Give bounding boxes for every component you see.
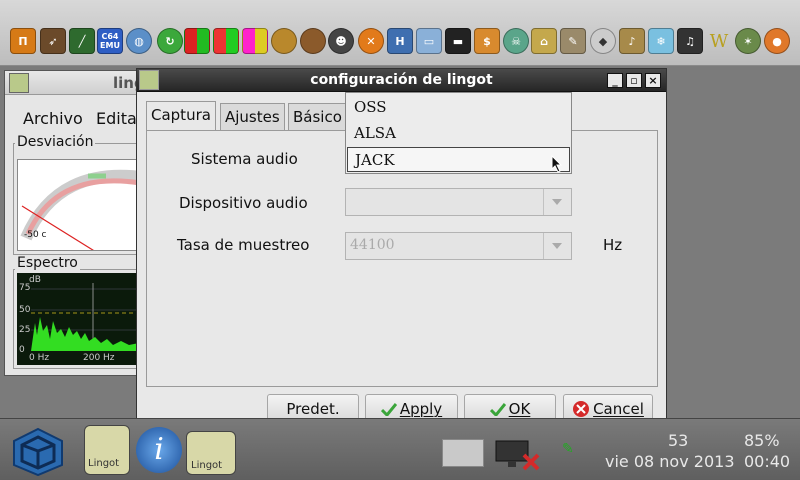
- close-button[interactable]: ×: [645, 73, 661, 88]
- globe-icon[interactable]: ◍: [126, 28, 152, 54]
- deviation-label: Desviación: [15, 134, 96, 150]
- dragon-icon[interactable]: ✶: [735, 28, 761, 54]
- monkey-icon[interactable]: [300, 28, 326, 54]
- wiki-icon[interactable]: W: [706, 28, 732, 54]
- lingot-window-icon: [9, 73, 29, 93]
- battery-level: 85%: [744, 431, 780, 450]
- chart-icon[interactable]: ╱: [69, 28, 95, 54]
- dialog-title: configuración de lingot: [310, 72, 493, 88]
- spectrum-display: dB 75 50 25 0 0 Hz 200 Hz: [17, 273, 139, 365]
- cube-menu-icon[interactable]: [12, 427, 64, 477]
- lingot-titlebar: lingot: [5, 71, 162, 95]
- prompt-icon[interactable]: Π: [10, 28, 36, 54]
- maximize-button[interactable]: ▫: [626, 73, 642, 88]
- deviation-gauge: -50 c: [17, 159, 139, 251]
- wiki-label: W: [709, 30, 729, 52]
- color-blocks-icon[interactable]: [213, 28, 239, 54]
- info-icon[interactable]: i: [136, 427, 182, 473]
- spectrum-label: Espectro: [15, 255, 80, 271]
- clock-display: 00:40: [744, 452, 791, 471]
- navigator-icon[interactable]: ➶: [40, 28, 66, 54]
- h2-icon[interactable]: H: [387, 28, 413, 54]
- menu-archivo[interactable]: Archivo: [23, 109, 83, 128]
- chevron-down-icon: [552, 243, 562, 249]
- tab-ajustes[interactable]: Ajustes: [220, 103, 285, 131]
- diamond-icon[interactable]: ◆: [590, 28, 616, 54]
- menu-edita[interactable]: Edita: [96, 109, 137, 128]
- sample-rate-label: Tasa de muestreo: [177, 236, 310, 254]
- trumpet-icon[interactable]: ♪: [619, 28, 645, 54]
- chevron-down-icon: [552, 199, 562, 205]
- lingot-main-window: lingot Archivo Edita Desviación -50 c Es…: [4, 70, 162, 376]
- audio-device-label: Dispositivo audio: [179, 194, 308, 212]
- sample-rate-combo[interactable]: 44100: [345, 232, 572, 260]
- c64-emu-icon[interactable]: C64 EMU: [97, 28, 123, 54]
- app-launcher-bar: Π ➶ ╱ C64 EMU ◍ ↻ ☻ ✕ H ▭ ▬ $ ☠ ⌂ ✎ ◆ ♪ …: [0, 0, 800, 66]
- sample-rate-unit: Hz: [603, 236, 623, 254]
- sample-rate-value: 44100: [350, 237, 395, 253]
- cancel-icon: [573, 401, 590, 417]
- lingot-taskbar-app[interactable]: Lingot: [84, 425, 130, 475]
- money-icon[interactable]: $: [474, 28, 500, 54]
- snow-icon[interactable]: ❄: [648, 28, 674, 54]
- puzzle-icon[interactable]: ✕: [358, 28, 384, 54]
- pen-icon[interactable]: ✎: [562, 441, 582, 461]
- date-display: vie 08 nov 2013: [605, 452, 735, 471]
- tab-basico[interactable]: Básico: [288, 103, 347, 131]
- audio-device-combo[interactable]: [345, 188, 572, 216]
- taskbar: Lingot i Lingot ✎ 53 85% vie 08 nov 2013…: [0, 418, 800, 480]
- network-disconnected-icon[interactable]: [494, 439, 542, 471]
- minimize-button[interactable]: _: [607, 73, 623, 88]
- dialog-titlebar[interactable]: configuración de lingot _ ▫ ×: [137, 69, 666, 92]
- sample-rate-dropdown-arrow[interactable]: [543, 233, 571, 259]
- option-jack[interactable]: JACK: [347, 147, 570, 172]
- penguin-icon[interactable]: ☻: [328, 28, 354, 54]
- c64-emu-label: C64 EMU: [100, 32, 120, 50]
- tools-icon[interactable]: ✎: [560, 28, 586, 54]
- settings-tools-icon[interactable]: [442, 439, 484, 467]
- spectrum-tick-0hz: 0 Hz: [29, 353, 50, 363]
- audio-device-dropdown-arrow[interactable]: [543, 189, 571, 215]
- lingot-taskbar-label: Lingot: [88, 458, 120, 469]
- tray-time-fragment: 53: [668, 431, 689, 450]
- gauge-scale-label: -50 c: [24, 230, 47, 240]
- check-icon: [489, 403, 506, 416]
- spectrum-plot: [31, 283, 139, 351]
- color-blocks-icon[interactable]: [242, 28, 268, 54]
- lingot-taskbar-label-2: Lingot: [191, 460, 223, 471]
- green-ball-icon[interactable]: ↻: [157, 28, 183, 54]
- alien-icon[interactable]: ☠: [503, 28, 529, 54]
- burger-icon[interactable]: [271, 28, 297, 54]
- mouse-cursor-icon: [551, 155, 563, 173]
- audio-system-label: Sistema audio: [191, 150, 298, 168]
- house-icon[interactable]: ⌂: [531, 28, 557, 54]
- console-icon[interactable]: ▬: [445, 28, 471, 54]
- lingot-taskbar-app-active[interactable]: Lingot: [186, 431, 236, 475]
- piano-icon[interactable]: ♫: [677, 28, 703, 54]
- tab-captura[interactable]: Captura: [146, 101, 216, 132]
- color-blocks-icon[interactable]: [184, 28, 210, 54]
- spectrum-tick-200hz: 200 Hz: [83, 353, 115, 363]
- fire-icon[interactable]: ●: [764, 28, 790, 54]
- tv-icon[interactable]: ▭: [416, 28, 442, 54]
- audio-system-dropdown-list[interactable]: OSS ALSA JACK: [345, 92, 572, 174]
- option-oss[interactable]: OSS: [347, 95, 570, 120]
- check-icon: [380, 403, 397, 416]
- option-alsa[interactable]: ALSA: [347, 121, 570, 146]
